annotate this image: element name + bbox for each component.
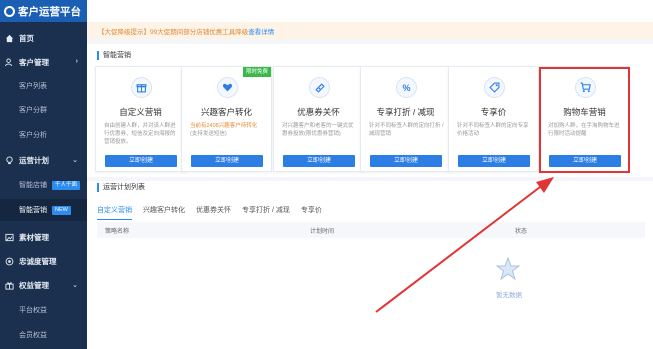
section-title: 运营计划列表 [97,183,145,192]
tab-exclusive-price[interactable]: 专享价 [301,205,322,220]
red-arrow-annotation [375,177,554,313]
card-coupon-care: 优惠券关怀 对兴趣客户和老客的一键式优惠券投放(限优惠券营销) 立即创建 [273,66,364,172]
chevron-down-icon: ⌄ [72,282,78,289]
sidebar-item-smart-push[interactable]: 智能店铺 千人千面 [0,174,87,196]
card-title: 专享打折 / 减现 [376,107,435,117]
column-header: 策略名称 [105,229,130,235]
card-title: 专享价 [480,107,507,117]
gift-box-icon [131,77,152,98]
sidebar-item-label: 智能店铺 [19,182,47,189]
chevron-right-icon: › [75,58,78,65]
price-tag-icon [484,77,505,98]
lightbulb-icon [6,155,13,164]
tab-custom-marketing[interactable]: 自定义营销 [97,205,132,220]
sidebar-item-label: 权益管理 [19,280,49,290]
tab-interest-conversion[interactable]: 兴趣客户转化 [143,205,185,220]
top-bar [87,0,653,22]
sidebar-item-customer-list[interactable]: 客户列表 [0,75,87,97]
plan-tabs: 自定义营销 兴趣客户转化 优惠券关怀 专享打折 / 减现 专享价 [97,205,333,220]
free-badge: 限时免费 [242,67,271,77]
app-brand[interactable]: 客户运营平台 [0,0,87,22]
sidebar-item-material-mgmt[interactable]: 素材管理 [0,225,87,249]
gift-icon [5,281,14,290]
tab-coupon-care[interactable]: 优惠券关怀 [196,205,231,220]
sidebar-item-customer-analysis[interactable]: 客户分析 [0,124,87,146]
tab-exclusive-discount[interactable]: 专享打折 / 减现 [242,205,290,220]
card-desc: 对兴趣客户和老客的一键式优惠券投放(限优惠券营销) [282,123,354,137]
sidebar-item-label: 客户分析 [19,132,47,139]
sidebar-item-label: 平台权益 [19,307,47,314]
sidebar-item-label: 素材管理 [19,232,49,242]
new-tag: NEW [52,205,71,215]
sidebar-item-smart-marketing[interactable]: 智能营销 NEW [0,199,87,221]
card-exclusive-price: 专享价 针对不同标签人群的定向专享价格活动 立即创建 [448,66,539,172]
sidebar-item-label: 首页 [19,33,34,43]
card-title: 自定义营销 [119,107,162,117]
app-logo-icon [4,5,15,17]
sidebar-item-label: 运营计划 [19,155,49,165]
ticket-icon [309,77,330,98]
heart-icon [217,77,238,98]
sidebar-item-customer-group[interactable]: 客户分群 [0,99,87,121]
user-group-icon [5,57,13,66]
create-button[interactable]: 立即创建 [105,155,177,167]
sidebar-item-customer-mgmt[interactable]: 客户管理 › [0,50,87,74]
home-icon [5,34,14,42]
sidebar-item-label: 客户分群 [19,107,47,114]
badge-icon [5,257,14,265]
card-desc: 针对不同标签人群的定向打折 / 减现营销 [369,123,444,137]
sidebar-item-rights-mgmt[interactable]: 权益管理 ⌄ [0,273,87,297]
percent-icon: % [396,77,417,98]
sidebar-item-loyalty-mgmt[interactable]: 忠诚度管理 [0,249,87,273]
card-custom-marketing: 自定义营销 自由创建人群，并对该人群进行优惠券、短信及定向海报的营销投放。 立即… [95,66,186,172]
highlight-box [539,67,630,173]
create-button[interactable]: 立即创建 [191,155,263,167]
card-desc-text: (支持发送短信) [190,131,227,137]
card-title: 兴趣客户转化 [200,107,252,117]
card-desc: 自由创建人群，并对该人群进行优惠券、短信及定向海报的营销投放。 [104,123,176,145]
sidebar-item-label: 智能营销 [19,207,47,214]
card-exclusive-discount: % 专享打折 / 减现 针对不同标签人群的定向打折 / 减现营销 立即创建 [360,66,451,172]
sidebar: 客户运营平台 首页 客户管理 › 客户列表 客户分群 客户分析 运营计划 ⌄ 智… [0,0,87,349]
notice-text: 【大促降级提示】99大促期间部分店铺优惠工具降级 [98,28,249,36]
column-header: 计划时间 [310,229,335,235]
feature-tag: 千人千面 [52,180,81,190]
image-icon [5,233,14,241]
section-title: 智能营销 [97,51,131,60]
card-title: 优惠券关怀 [297,107,340,117]
sidebar-item-ops-plan[interactable]: 运营计划 ⌄ [0,148,87,172]
notice-link[interactable]: 查看详情 [248,26,274,36]
sidebar-item-label: 客户列表 [19,83,47,90]
card-desc: 针对不同标签人群的定向专享价格活动 [457,123,529,137]
notice-bar: 【大促降级提示】99大促期间部分店铺优惠工具降级 查看详情 [87,22,653,39]
sidebar-item-label: 忠诚度管理 [19,256,57,266]
chevron-down-icon: ⌄ [72,157,78,164]
card-interest-conversion: 限时免费 兴趣客户转化 当前有2408兴趣客户待转化 (支持发送短信) 立即创建 [181,66,272,172]
sidebar-item-label: 客户管理 [19,57,49,67]
create-button[interactable]: 立即创建 [283,155,355,167]
sidebar-item-platform-rights[interactable]: 平台权益 [0,299,87,321]
sidebar-item-member-rights[interactable]: 会员权益 [0,324,87,346]
sidebar-item-home[interactable]: 首页 [0,26,87,50]
card-warning: 当前有2408兴趣客户待转化 [190,123,258,129]
card-desc: 当前有2408兴趣客户待转化 (支持发送短信) [190,122,266,138]
sidebar-item-label: 会员权益 [19,332,47,339]
app-title: 客户运营平台 [18,5,81,18]
